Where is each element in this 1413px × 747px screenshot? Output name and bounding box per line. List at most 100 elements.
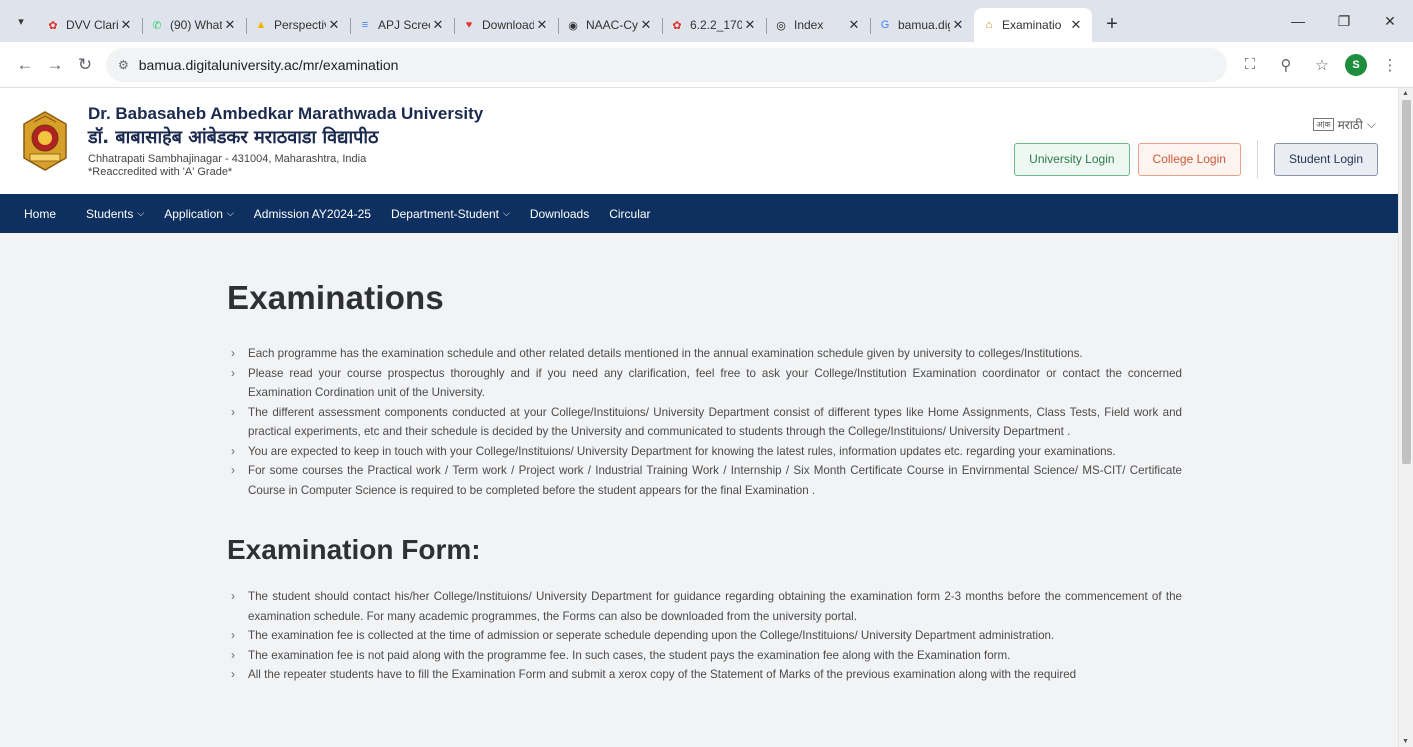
list-item: › Please read your course prospectus thor… bbox=[227, 364, 1182, 403]
chevron-right-icon: › bbox=[231, 365, 235, 380]
browser-tab[interactable]: ◎ Index ✕ bbox=[766, 8, 870, 42]
browser-tab[interactable]: ◉ NAAC-Cyc✕ bbox=[558, 8, 662, 42]
university-logo-icon bbox=[23, 111, 67, 171]
chevron-right-icon: › bbox=[231, 404, 235, 419]
translate-icon[interactable]: ⛶ bbox=[1237, 52, 1263, 78]
chevron-right-icon: › bbox=[231, 463, 235, 477]
browser-tab[interactable]: ♥ Download ✕ bbox=[454, 8, 558, 42]
nav-admission-label: Admission AY2024-25 bbox=[253, 206, 371, 221]
browser-tab[interactable]: ⌂ Examinatio ✕ bbox=[974, 8, 1092, 42]
tab-close-icon[interactable]: ✕ bbox=[118, 17, 134, 33]
tab-close-icon[interactable]: ✕ bbox=[638, 17, 654, 33]
list-item-text: All the repeater students have to fill t… bbox=[248, 668, 1077, 681]
tab-favicon-icon: ⌂ bbox=[985, 19, 993, 31]
chevron-right-icon: › bbox=[231, 443, 235, 458]
browser-tab[interactable]: ▲ Perspective✕ bbox=[246, 8, 350, 42]
forward-icon[interactable]: → bbox=[40, 50, 70, 80]
tab-close-icon[interactable]: ✕ bbox=[534, 17, 550, 33]
list-item-text: You are expected to keep in touch with y… bbox=[248, 444, 1116, 458]
tab-close-icon[interactable]: ✕ bbox=[846, 17, 862, 33]
chevron-down-icon: ⌵ bbox=[226, 208, 234, 218]
tab-close-icon[interactable]: ✕ bbox=[430, 17, 446, 33]
nav-admission[interactable]: Admission AY2024-25 bbox=[254, 207, 371, 221]
tab-favicon-icon: ◉ bbox=[568, 19, 578, 32]
chevron-right-icon: › bbox=[231, 667, 235, 681]
nav-students[interactable]: Students ⌵ bbox=[86, 207, 144, 221]
examination-form-heading: Examination Form: bbox=[227, 534, 481, 565]
list-item-text: The examination fee is not paid along wi… bbox=[248, 648, 1011, 662]
list-item: › The student should contact his/her Coll… bbox=[227, 587, 1182, 626]
browser-tab[interactable]: ✿ 6.2.2_1709✕ bbox=[662, 8, 766, 42]
main-content: Examinations › Each programme has the exa… bbox=[0, 233, 1398, 685]
nav-department-student[interactable]: Department-Student ⌵ bbox=[391, 207, 510, 221]
tab-search-icon[interactable]: ▾ bbox=[8, 8, 34, 34]
nav-circular[interactable]: Circular bbox=[609, 207, 650, 221]
nav-downloads[interactable]: Downloads bbox=[530, 207, 589, 221]
tab-favicon-icon: ✿ bbox=[48, 19, 58, 32]
window-controls: — ❐ ✕ bbox=[1275, 0, 1413, 42]
tab-title: Examinatio bbox=[1002, 18, 1062, 32]
browser-tab[interactable]: ✆ (90) Whats✕ bbox=[142, 8, 246, 42]
tab-close-icon[interactable]: ✕ bbox=[742, 17, 758, 33]
tab-favicon-icon: ♥ bbox=[465, 19, 473, 31]
address-bar[interactable]: ⚙ bamua.digitaluniversity.ac/mr/examinat… bbox=[106, 47, 1227, 82]
tab-title: Index bbox=[794, 18, 824, 32]
chevron-right-icon: › bbox=[231, 647, 235, 662]
nav-students-label: Students bbox=[86, 206, 134, 221]
nav-home[interactable]: Home bbox=[24, 207, 56, 221]
tab-title: Perspective bbox=[274, 18, 326, 32]
tab-title: APJ Screen bbox=[378, 18, 430, 32]
examinations-list: › Each programme has the examination sche… bbox=[227, 344, 1182, 500]
bookmark-star-icon[interactable]: ☆ bbox=[1309, 52, 1335, 78]
page-scrollbar[interactable]: ▲ ▼ bbox=[1398, 88, 1413, 747]
profile-avatar[interactable]: S bbox=[1345, 53, 1367, 76]
scroll-down-icon[interactable]: ▼ bbox=[1402, 738, 1409, 745]
page-viewport: Dr. Babasaheb Ambedkar Marathwada Univer… bbox=[0, 88, 1413, 747]
tab-favicon-icon: ✿ bbox=[672, 19, 682, 32]
university-login-button[interactable]: University Login bbox=[1014, 142, 1130, 176]
scroll-up-icon[interactable]: ▲ bbox=[1402, 90, 1409, 97]
list-item-text: Each programme has the examination sched… bbox=[248, 347, 1083, 360]
tab-title: Download bbox=[482, 18, 534, 32]
tab-title: (90) Whats bbox=[170, 18, 222, 32]
chevron-down-icon: ⌵ bbox=[503, 208, 510, 218]
browser-menu-icon[interactable]: ⋮ bbox=[1377, 52, 1403, 78]
scrollbar-thumb[interactable] bbox=[1402, 100, 1411, 464]
new-tab-button[interactable]: + bbox=[1098, 10, 1126, 38]
language-selector[interactable]: अ|क मराठी ⌵ bbox=[1313, 116, 1376, 133]
tab-title: 6.2.2_1709 bbox=[690, 18, 742, 32]
university-grade: *Reaccredited with 'A' Grade* bbox=[88, 166, 233, 178]
list-item: › The different assessment components con… bbox=[227, 403, 1182, 442]
university-name-en: Dr. Babasaheb Ambedkar Marathwada Univer… bbox=[88, 104, 484, 123]
nav-department-student-label: Department-Student bbox=[390, 206, 500, 221]
list-item-text: For some courses the Practical work / Te… bbox=[248, 464, 1182, 497]
site-info-icon[interactable]: ⚙ bbox=[118, 58, 129, 72]
browser-tab[interactable]: ✿ DVV Clarifi✕ bbox=[38, 8, 142, 42]
browser-tab[interactable]: Gbamua.dig ✕ bbox=[870, 8, 974, 42]
tab-close-icon[interactable]: ✕ bbox=[326, 17, 342, 33]
tab-close-icon[interactable]: ✕ bbox=[950, 17, 966, 33]
tab-close-icon[interactable]: ✕ bbox=[222, 17, 238, 33]
list-item-text: Please read your course prospectus thoro… bbox=[248, 366, 1182, 400]
tab-close-icon[interactable]: ✕ bbox=[1068, 17, 1084, 33]
close-window-icon[interactable]: ✕ bbox=[1367, 0, 1413, 42]
tab-title: DVV Clarifi bbox=[66, 18, 118, 32]
chevron-right-icon: › bbox=[231, 589, 235, 603]
minimize-icon[interactable]: — bbox=[1275, 0, 1321, 42]
chevron-right-icon: › bbox=[231, 346, 235, 360]
college-login-button[interactable]: College Login bbox=[1137, 142, 1241, 176]
tab-favicon-icon: G bbox=[880, 19, 890, 31]
restore-icon[interactable]: ❐ bbox=[1321, 0, 1367, 42]
reload-icon[interactable]: ↻ bbox=[70, 50, 100, 80]
nav-application-label: Application bbox=[164, 206, 223, 221]
tab-favicon-icon: ≡ bbox=[361, 19, 369, 31]
zoom-icon[interactable]: ⚲ bbox=[1273, 52, 1299, 78]
nav-application[interactable]: Application ⌵ bbox=[164, 207, 234, 221]
nav-downloads-label: Downloads bbox=[529, 206, 590, 221]
back-icon[interactable]: ← bbox=[10, 50, 40, 80]
student-login-button[interactable]: Student Login bbox=[1273, 142, 1378, 176]
site-header: Dr. Babasaheb Ambedkar Marathwada Univer… bbox=[0, 88, 1398, 194]
browser-tabstrip: ▾ ✿DVV Clarifi✕✆(90) Whats✕▲Perspective✕… bbox=[0, 0, 1413, 42]
browser-tab[interactable]: ≡ APJ Screen✕ bbox=[350, 8, 454, 42]
nav-circular-label: Circular bbox=[609, 206, 651, 221]
